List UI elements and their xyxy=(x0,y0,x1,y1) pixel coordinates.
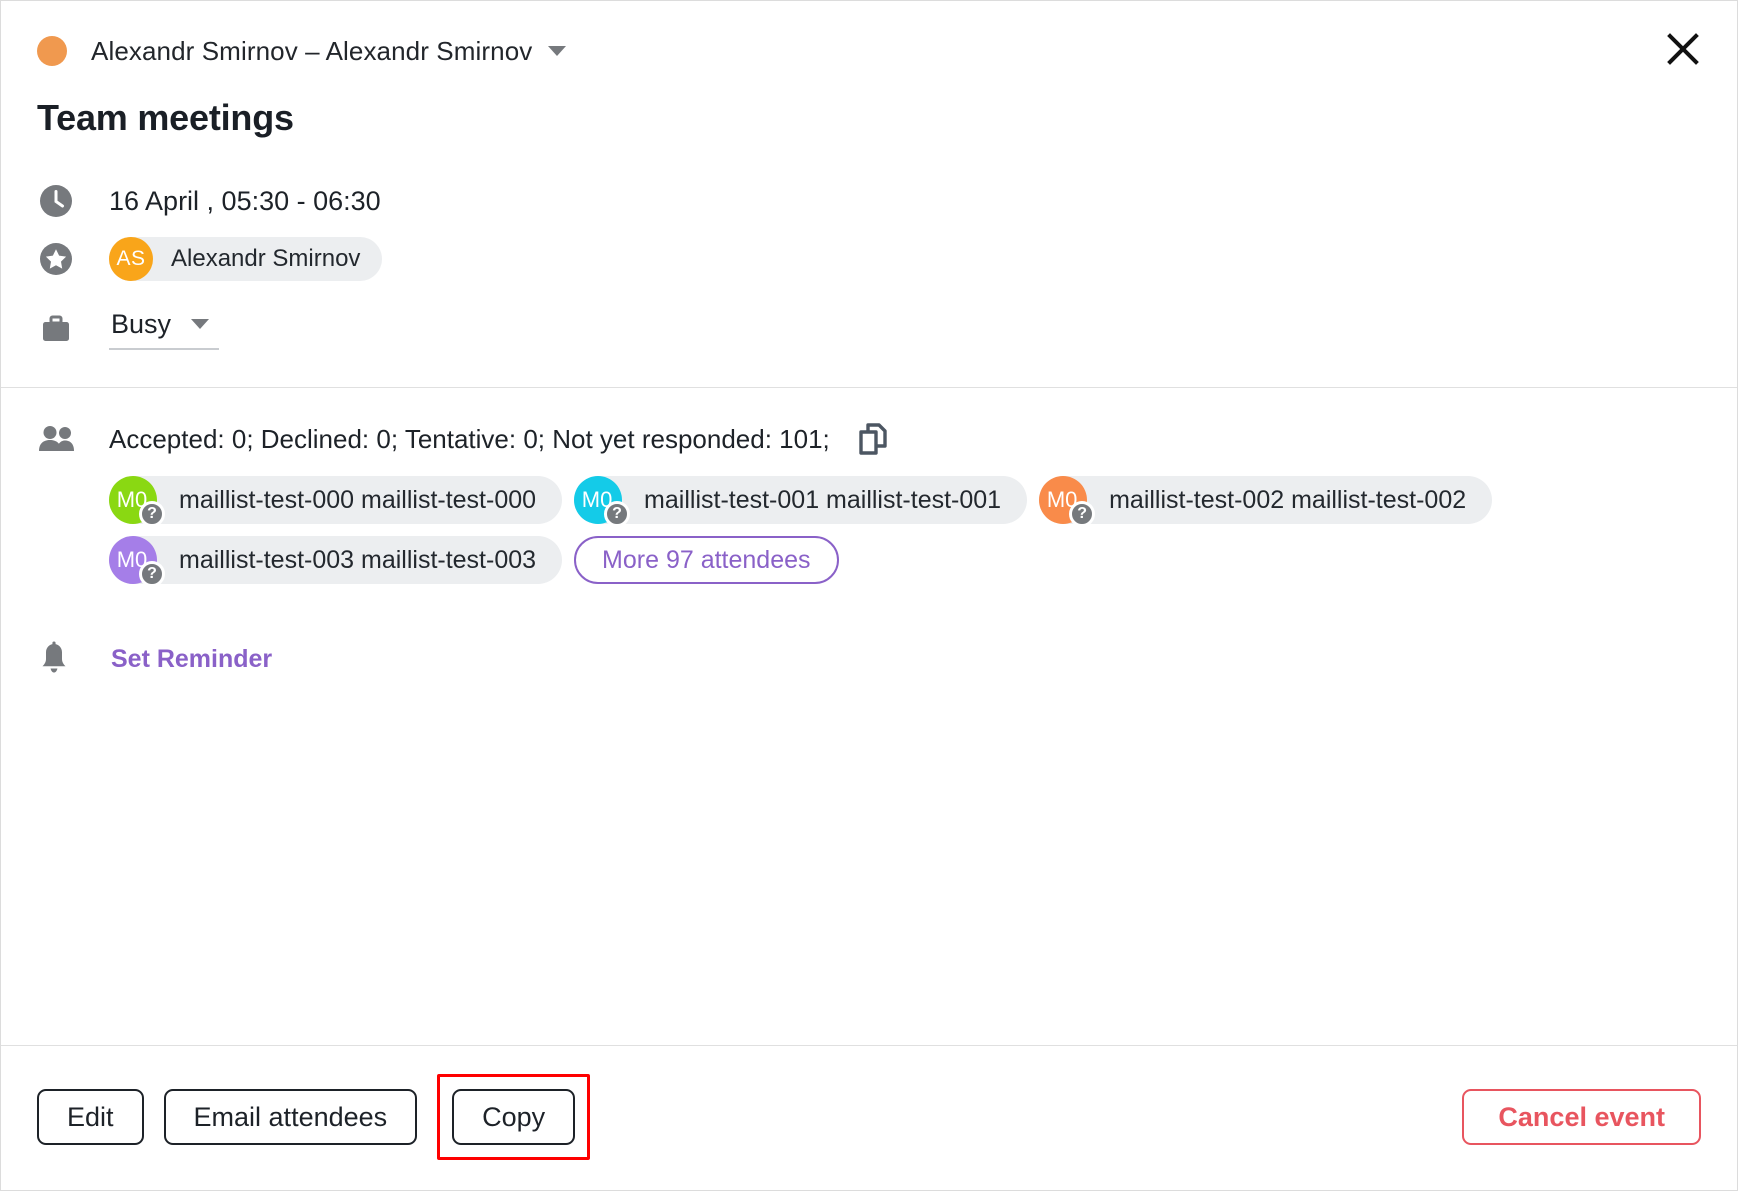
event-title: Team meetings xyxy=(37,97,294,138)
briefcase-icon xyxy=(43,315,69,341)
star-icon xyxy=(40,243,72,275)
avatar: M0 ? xyxy=(109,536,165,587)
people-icon xyxy=(39,426,74,451)
calendar-color-dot xyxy=(37,36,67,66)
calendar-owner-label: Alexandr Smirnov – Alexandr Smirnov xyxy=(91,35,533,66)
dialog-footer: Edit Email attendees Copy Cancel event xyxy=(1,1046,1737,1190)
more-attendees-button[interactable]: More 97 attendees xyxy=(574,536,839,584)
attendee-chips-area: M0 ? maillist-test-000 maillist-test-000… xyxy=(109,476,1509,587)
avatar: AS xyxy=(109,237,153,281)
bell-icon-cell xyxy=(37,641,109,677)
organizer-chip[interactable]: AS Alexandr Smirnov xyxy=(109,237,383,281)
dialog-header: Alexandr Smirnov – Alexandr Smirnov Team… xyxy=(1,1,1737,139)
chevron-down-icon[interactable] xyxy=(548,46,567,56)
avatar-initials: AS xyxy=(116,247,146,270)
close-button[interactable] xyxy=(1661,27,1705,71)
attendee-name: maillist-test-000 maillist-test-000 xyxy=(179,485,537,514)
cancel-event-button[interactable]: Cancel event xyxy=(1462,1089,1701,1145)
attendee-status-summary: Accepted: 0; Declined: 0; Tentative: 0; … xyxy=(109,423,830,454)
clock-icon xyxy=(40,185,72,217)
clock-icon-cell xyxy=(37,182,109,220)
event-availability-row: Busy xyxy=(37,305,1701,353)
footer-left-actions: Edit Email attendees Copy xyxy=(37,1074,591,1160)
event-organizer-row: AS Alexandr Smirnov xyxy=(37,235,1701,283)
attendee-summary-row: Accepted: 0; Declined: 0; Tentative: 0; … xyxy=(37,416,1701,462)
people-icon-cell xyxy=(37,424,109,454)
availability-value: Busy xyxy=(111,308,172,339)
attendees-block: Accepted: 0; Declined: 0; Tentative: 0; … xyxy=(1,388,1737,1045)
attendee-name: maillist-test-002 maillist-test-002 xyxy=(1109,485,1467,514)
copy-button[interactable]: Copy xyxy=(452,1089,576,1145)
organizer-name: Alexandr Smirnov xyxy=(171,245,361,272)
copy-button-highlight: Copy xyxy=(437,1074,591,1160)
avatar: M0 ? xyxy=(574,476,631,527)
attendee-chip[interactable]: M0 ? maillist-test-000 maillist-test-000 xyxy=(109,476,563,527)
availability-select[interactable]: Busy xyxy=(109,308,220,350)
footer-right-actions: Cancel event xyxy=(1462,1089,1701,1145)
event-info-block: 16 April , 05:30 - 06:30 AS Alexandr Smi… xyxy=(1,139,1737,387)
briefcase-icon-cell xyxy=(37,310,109,348)
availability-select-inner[interactable]: Busy xyxy=(109,308,220,350)
set-reminder-link[interactable]: Set Reminder xyxy=(111,645,272,674)
edit-button[interactable]: Edit xyxy=(37,1089,144,1145)
attendee-chip[interactable]: M0 ? maillist-test-003 maillist-test-003 xyxy=(109,536,563,587)
calendar-selector[interactable]: Alexandr Smirnov – Alexandr Smirnov xyxy=(37,31,1701,71)
reminder-row: Set Reminder xyxy=(37,636,1701,682)
chevron-down-icon[interactable] xyxy=(191,319,210,329)
response-status-badge: ? xyxy=(139,501,165,527)
attendee-chip[interactable]: M0 ? maillist-test-001 maillist-test-001 xyxy=(574,476,1028,527)
attendee-chip[interactable]: M0 ? maillist-test-002 maillist-test-002 xyxy=(1039,476,1493,527)
avatar: M0 ? xyxy=(1039,476,1096,527)
bell-icon xyxy=(42,641,66,673)
event-details-dialog: Alexandr Smirnov – Alexandr Smirnov Team… xyxy=(0,0,1738,1191)
attendee-name: maillist-test-001 maillist-test-001 xyxy=(644,485,1002,514)
close-icon xyxy=(1667,33,1699,65)
star-icon-cell xyxy=(37,240,109,278)
copy-icon xyxy=(859,423,887,455)
response-status-badge: ? xyxy=(139,561,165,587)
response-status-badge: ? xyxy=(1069,501,1096,527)
event-datetime-row: 16 April , 05:30 - 06:30 xyxy=(37,177,1701,225)
event-datetime: 16 April , 05:30 - 06:30 xyxy=(109,185,381,216)
avatar: M0 ? xyxy=(109,476,165,527)
attendee-name: maillist-test-003 maillist-test-003 xyxy=(179,545,537,574)
copy-attendees-button[interactable] xyxy=(856,422,890,456)
email-attendees-button[interactable]: Email attendees xyxy=(163,1089,418,1145)
response-status-badge: ? xyxy=(604,501,631,527)
